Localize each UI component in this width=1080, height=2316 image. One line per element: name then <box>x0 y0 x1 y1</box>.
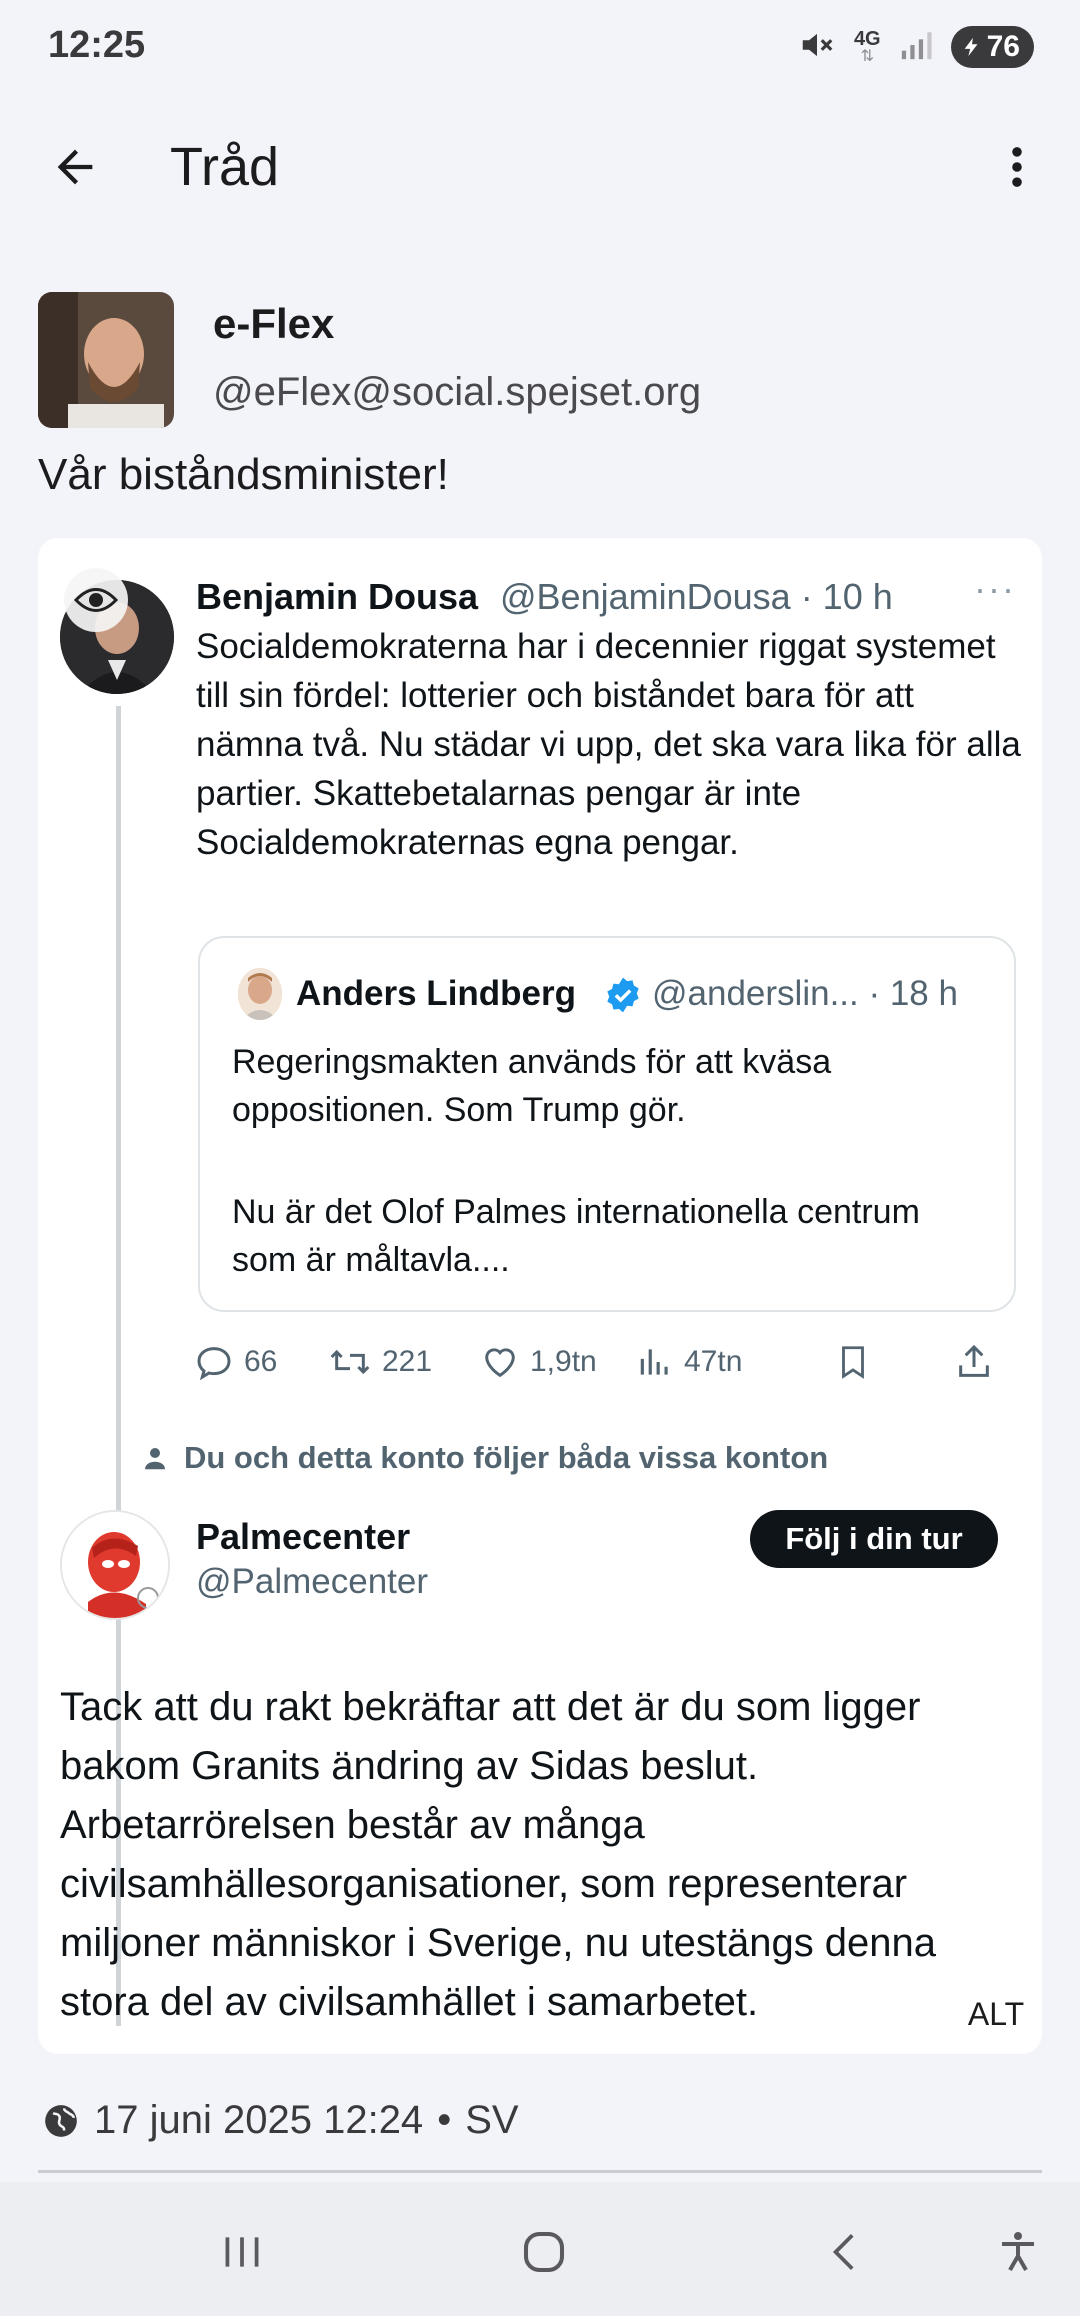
share-action <box>954 1334 994 1390</box>
repost-icon <box>330 1349 370 1375</box>
recents-button[interactable] <box>202 2212 282 2292</box>
eye-icon[interactable] <box>64 568 128 632</box>
post-text: Vår biståndsminister! <box>38 450 449 499</box>
views-icon <box>640 1349 668 1375</box>
back-button[interactable] <box>40 132 110 202</box>
tweet-actions: 66 221 1,9tn 47tn <box>194 1334 1024 1390</box>
reply-count: 66 <box>244 1345 278 1378</box>
reply-icon <box>197 1347 231 1381</box>
mute-icon <box>798 26 836 69</box>
status-time: 12:25 <box>48 24 146 66</box>
follow-back-button: Följ i din tur <box>750 1510 998 1568</box>
network-4g-icon: 4G ⇅ <box>853 28 881 65</box>
person-icon <box>145 1448 165 1470</box>
reply-text: Tack att du rakt bekräftar att det är du… <box>60 1685 937 2024</box>
accessibility-button[interactable] <box>978 2212 1058 2292</box>
signal-icon <box>899 28 933 67</box>
alt-text-button[interactable]: ALT <box>958 1988 1034 2040</box>
tweet-author-name: Benjamin Dousa <box>196 576 479 617</box>
author-avatar[interactable] <box>38 292 174 428</box>
post-meta: 17 juni 2025 12:24 • SV <box>42 2098 519 2143</box>
author-name[interactable]: e-Flex <box>213 300 334 348</box>
reply-action: 66 <box>194 1334 277 1390</box>
quote-text-2: Nu är det Olof Palmes internationella ce… <box>232 1193 920 1279</box>
views-action: 47tn <box>636 1334 742 1390</box>
globe-icon <box>45 2104 77 2137</box>
page-title: Tråd <box>170 137 280 197</box>
battery-level: 76 <box>986 30 1020 63</box>
quote-text-1: Regeringsmakten används för att kväsa op… <box>232 1043 832 1129</box>
recents-icon <box>225 2237 259 2267</box>
battery-icon: 76 <box>950 26 1034 68</box>
like-action: 1,9tn <box>480 1334 597 1390</box>
home-icon <box>523 2231 565 2273</box>
reply-author-handle: @Palmecenter <box>196 1562 429 1601</box>
accessibility-icon <box>1002 2232 1034 2271</box>
status-bar: 12:25 4G ⇅ 76 <box>0 0 1080 96</box>
bookmark-action <box>834 1334 872 1390</box>
meta-separator: • <box>437 2098 452 2142</box>
post-language: SV <box>465 2098 519 2142</box>
system-nav-bar <box>0 2182 1080 2316</box>
arrow-left-icon <box>57 149 93 185</box>
share-icon <box>959 1344 989 1377</box>
repost-action: 221 <box>328 1334 432 1390</box>
top-app-bar: Tråd <box>0 110 1080 222</box>
lindberg-avatar <box>238 968 282 1020</box>
heart-icon <box>485 1348 515 1378</box>
verified-badge-icon <box>607 977 639 1013</box>
post-date[interactable]: 17 juni 2025 12:24 <box>94 2098 423 2143</box>
status-icons: 4G ⇅ 76 <box>798 24 1034 70</box>
palmecenter-avatar <box>60 1510 170 1620</box>
quote-author-handle: @anderslin... · 18 h <box>652 974 958 1013</box>
nav-back-button[interactable] <box>806 2212 886 2292</box>
views-count: 47tn <box>684 1345 743 1378</box>
tweet-more-icon: ··· <box>974 568 1016 609</box>
author-handle[interactable]: @eFlex@social.spejset.org <box>213 370 701 415</box>
reply-author-name: Palmecenter <box>196 1516 411 1557</box>
divider <box>38 2170 1042 2173</box>
follows-note: Du och detta konto följer båda vissa kon… <box>140 1440 828 1476</box>
tweet-text: Socialdemokraterna har i decennier rigga… <box>196 627 1021 862</box>
follows-note-text: Du och detta konto följer båda vissa kon… <box>184 1440 829 1475</box>
post-image[interactable]: Benjamin Dousa @BenjaminDousa · 10 h ···… <box>38 538 1042 2054</box>
repost-count: 221 <box>382 1345 433 1378</box>
more-options-button[interactable] <box>982 132 1052 202</box>
home-button[interactable] <box>504 2212 584 2292</box>
tweet-author-handle: @BenjaminDousa · 10 h <box>500 576 893 617</box>
network-label: 4G <box>853 28 881 50</box>
chevron-left-icon <box>832 2234 854 2270</box>
more-vert-icon <box>1012 147 1022 187</box>
quoted-tweet: Anders Lindberg @anderslin... · 18 h Reg… <box>198 936 1016 1312</box>
bookmark-icon <box>842 1346 864 1379</box>
quote-author-name: Anders Lindberg <box>296 974 577 1013</box>
like-count: 1,9tn <box>530 1345 597 1378</box>
